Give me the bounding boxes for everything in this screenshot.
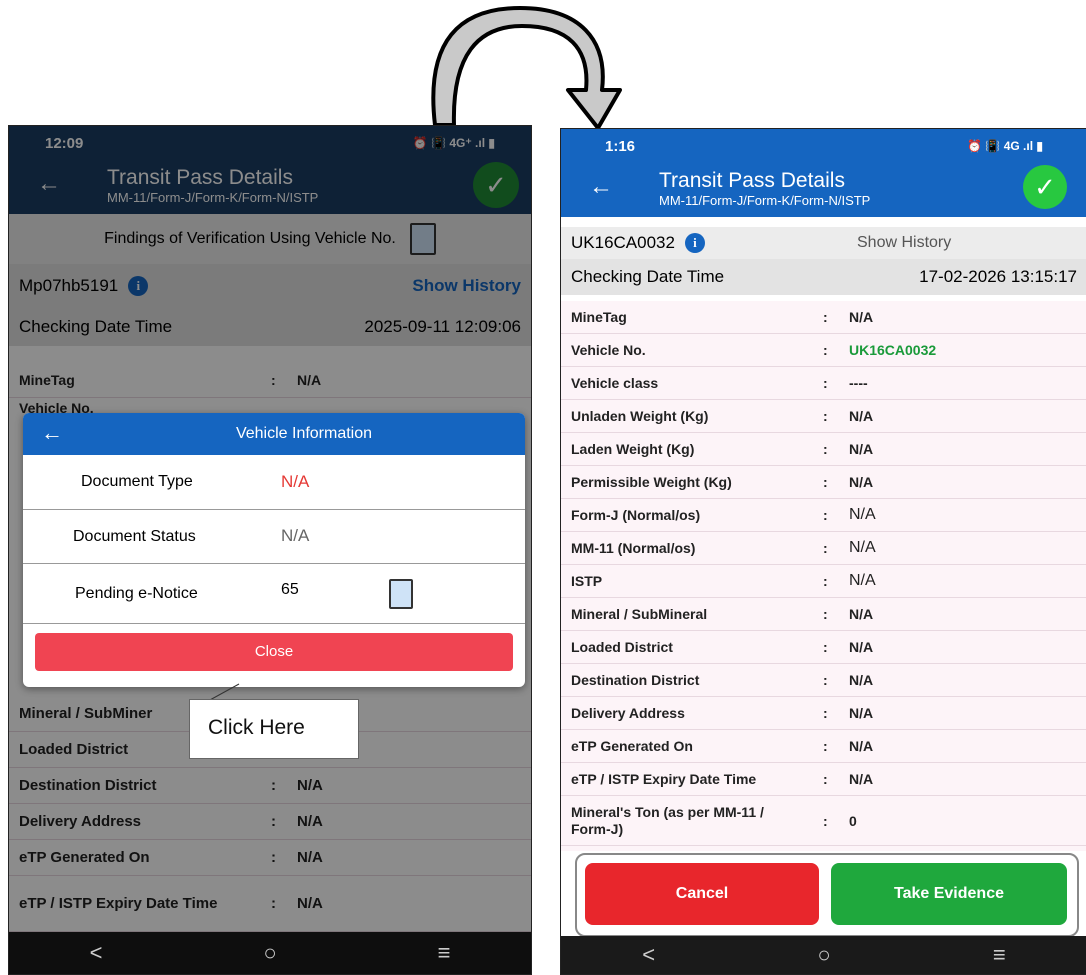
detail-row-destination: Destination District: N/A [561,664,1086,697]
findings-label: Findings of Verification Using Vehicle N… [104,230,396,247]
detail-row-mineral-ton: Mineral's Ton (as per MM-11 / Form-J):0 [561,796,1086,846]
status-time: 12:09 [45,134,84,152]
detail-row-loaded-district: Loaded District: N/A [561,631,1086,664]
detail-row-minetag: MineTag : N/A [9,362,531,398]
back-arrow-icon[interactable]: ← [589,173,613,201]
status-bar: 12:09 ⏰ 📳 4G⁺ .ıl ▮ [9,126,531,160]
vehicle-info-dialog: ← Vehicle Information Document Type N/A … [23,413,525,687]
page-subtitle: MM-11/Form-J/Form-K/Form-N/ISTP [659,193,871,208]
vehicle-row: Mp07hb5191 i Show History [9,264,531,308]
checking-label: Checking Date Time [571,267,725,286]
show-history-link[interactable]: Show History [412,276,521,296]
take-evidence-button[interactable]: Take Evidence [831,863,1067,925]
checking-row: Checking Date Time 2025-09-11 12:09:06 [9,308,531,346]
close-button[interactable]: Close [35,633,513,671]
left-phone-screen: 12:09 ⏰ 📳 4G⁺ .ıl ▮ ← Transit Pass Detai… [8,125,532,975]
checking-label: Checking Date Time [19,317,173,336]
detail-row-etp-expiry: eTP / ISTP Expiry Date Time: N/A [561,763,1086,796]
clipboard-icon[interactable] [389,579,413,609]
detail-row-minetag: MineTag: N/A [561,301,1086,334]
transition-arrow [431,6,622,130]
dialog-row-document-status: Document Status N/A [23,509,525,564]
detail-row-form-j: Form-J (Normal/os): N/A [561,499,1086,532]
detail-row-mineral: Mineral / SubMineral: N/A [561,598,1086,631]
nav-home-icon[interactable]: ○ [240,940,300,966]
app-bar: ← Transit Pass Details MM-11/Form-J/Form… [9,160,531,214]
detail-row-destination: Destination District : N/A [9,768,531,804]
detail-row-unladen: Unladen Weight (Kg): N/A [561,400,1086,433]
dialog-row-document-type: Document Type N/A [23,455,525,510]
detail-row-delivery: Delivery Address : N/A [9,804,531,840]
click-here-callout: Click Here [189,699,359,759]
action-button-group: Cancel Take Evidence [575,853,1079,937]
vehicle-row: UK16CA0032 i Show History [561,227,1086,259]
detail-row-etp-expiry: eTP / ISTP Expiry Date Time : N/A [9,876,531,932]
details-list: MineTag: N/A Vehicle No.: UK16CA0032 Vehic… [561,301,1086,851]
right-phone-screen: 1:16 ⏰ 📳 4G .ıl ▮ ← Transit Pass Details… [560,128,1086,975]
page-title: Transit Pass Details [659,169,845,192]
info-icon[interactable]: i [128,276,149,296]
nav-bar: < ○ ≡ [9,932,531,974]
callout-text: Click Here [208,716,305,739]
cancel-button[interactable]: Cancel [585,863,819,925]
nav-menu-icon[interactable]: ≡ [969,942,1029,968]
status-time: 1:16 [605,137,636,155]
clipboard-icon[interactable] [409,223,436,255]
detail-row-permissible: Permissible Weight (Kg): N/A [561,466,1086,499]
show-history-link[interactable]: Show History [857,234,951,252]
dialog-header: ← Vehicle Information [23,413,525,455]
status-icons: ⏰ 📳 4G .ıl ▮ [967,139,1043,153]
nav-back-icon[interactable]: < [66,940,126,966]
dialog-title: Vehicle Information [235,425,373,442]
checking-value: 2025-09-11 12:09:06 [364,317,521,336]
detail-row-delivery: Delivery Address: N/A [561,697,1086,730]
status-bar: 1:16 ⏰ 📳 4G .ıl ▮ [561,129,1086,163]
app-bar: ← Transit Pass Details MM-11/Form-J/Form… [561,163,1086,217]
info-icon[interactable]: i [684,233,705,253]
vehicle-number: Mp07hb5191 [19,276,119,295]
nav-home-icon[interactable]: ○ [794,942,854,968]
detail-row-etp-generated: eTP Generated On : N/A [9,840,531,876]
detail-row-etp-generated: eTP Generated On: N/A [561,730,1086,763]
detail-row-vehicle-no: Vehicle No.: UK16CA0032 [561,334,1086,367]
detail-row-vehicle-class: Vehicle class: ---- [561,367,1086,400]
checking-row: Checking Date Time 17-02-2026 13:15:17 [561,259,1086,295]
detail-row-mm11: MM-11 (Normal/os): N/A [561,532,1086,565]
dialog-row-pending-notice: Pending e-Notice 65 [23,563,525,624]
findings-bar: Findings of Verification Using Vehicle N… [9,214,531,264]
back-arrow-icon[interactable]: ← [37,170,61,198]
check-icon[interactable]: ✓ [1023,165,1067,209]
detail-row-istp: ISTP: N/A [561,565,1086,598]
nav-menu-icon[interactable]: ≡ [414,940,474,966]
checking-value: 17-02-2026 13:15:17 [919,267,1077,286]
nav-back-icon[interactable]: < [619,942,679,968]
vehicle-number: UK16CA0032 [571,233,675,252]
nav-bar: < ○ ≡ [561,936,1086,974]
status-icons: ⏰ 📳 4G⁺ .ıl ▮ [412,136,495,150]
page-subtitle: MM-11/Form-J/Form-K/Form-N/ISTP [107,190,319,205]
page-title: Transit Pass Details [107,166,293,189]
detail-row-laden: Laden Weight (Kg): N/A [561,433,1086,466]
check-icon[interactable]: ✓ [473,162,519,208]
